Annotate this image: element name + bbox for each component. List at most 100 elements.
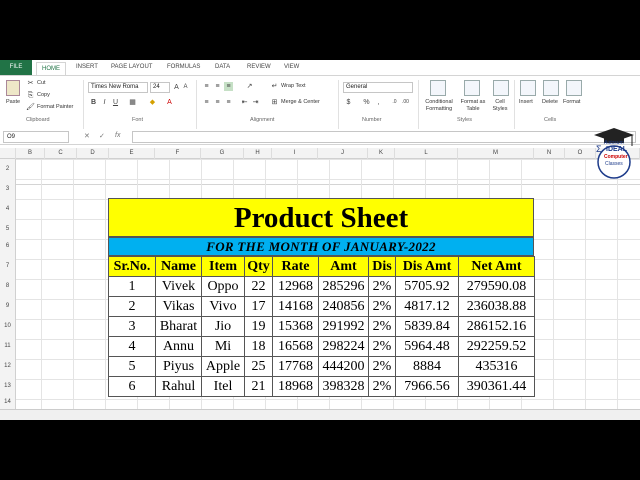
table-cell[interactable]: Jio xyxy=(201,316,245,337)
comma-button[interactable]: , xyxy=(374,98,383,107)
column-header[interactable]: F xyxy=(155,148,201,159)
table-cell[interactable]: 286152.16 xyxy=(458,316,535,337)
increase-indent-icon[interactable]: ⇥ xyxy=(251,98,260,107)
column-title[interactable]: Dis xyxy=(368,256,396,277)
tab-page-layout[interactable]: PAGE LAYOUT xyxy=(111,64,152,70)
table-cell[interactable]: 25 xyxy=(244,356,273,377)
name-box[interactable]: O9 xyxy=(3,131,69,143)
tab-formulas[interactable]: FORMULAS xyxy=(167,64,200,70)
table-cell[interactable]: 5 xyxy=(108,356,156,377)
row-header[interactable]: 7 xyxy=(0,256,16,276)
table-cell[interactable]: Itel xyxy=(201,376,245,397)
decrease-decimal-icon[interactable]: .00 xyxy=(401,98,410,107)
table-cell[interactable]: 5839.84 xyxy=(395,316,459,337)
table-cell[interactable]: 16568 xyxy=(272,336,319,357)
table-cell[interactable]: 1 xyxy=(108,276,156,297)
column-title[interactable]: Net Amt xyxy=(458,256,535,277)
row-header[interactable]: 9 xyxy=(0,296,16,316)
column-title[interactable]: Sr.No. xyxy=(108,256,156,277)
row-header[interactable]: 3 xyxy=(0,179,16,199)
table-cell[interactable]: 18968 xyxy=(272,376,319,397)
borders-icon[interactable]: ▦ xyxy=(128,98,137,107)
tab-file[interactable]: FILE xyxy=(0,60,32,75)
column-header[interactable]: M xyxy=(458,148,534,159)
column-header[interactable]: D xyxy=(77,148,109,159)
column-header[interactable]: C xyxy=(45,148,77,159)
table-cell[interactable]: 2% xyxy=(368,276,396,297)
format-cells-button[interactable]: Format xyxy=(563,99,580,105)
copy-button[interactable]: Copy xyxy=(37,92,50,98)
conditional-formatting-button[interactable]: Conditional Formatting xyxy=(420,99,458,113)
font-size-select[interactable]: 24 xyxy=(150,82,170,93)
orientation-icon[interactable]: ↗ xyxy=(245,82,254,91)
table-cell[interactable]: 14168 xyxy=(272,296,319,317)
table-cell[interactable]: 298224 xyxy=(318,336,369,357)
column-header[interactable]: J xyxy=(318,148,368,159)
table-cell[interactable]: Piyus xyxy=(155,356,202,377)
font-name-select[interactable]: Times New Roma xyxy=(88,82,148,93)
cancel-icon[interactable]: ✕ xyxy=(84,132,90,140)
insert-cells-button[interactable]: Insert xyxy=(519,99,533,105)
table-cell[interactable]: 2% xyxy=(368,316,396,337)
table-cell[interactable]: Vikas xyxy=(155,296,202,317)
paste-button[interactable]: Paste xyxy=(6,99,20,105)
table-cell[interactable]: 18 xyxy=(244,336,273,357)
align-top-icon[interactable]: ≡ xyxy=(202,82,211,91)
align-middle-icon[interactable]: ≡ xyxy=(213,82,222,91)
table-cell[interactable]: 19 xyxy=(244,316,273,337)
formula-input[interactable] xyxy=(132,131,636,143)
row-header[interactable]: 10 xyxy=(0,316,16,336)
table-cell[interactable]: 2% xyxy=(368,376,396,397)
row-header[interactable]: 4 xyxy=(0,199,16,219)
row-header[interactable]: 8 xyxy=(0,276,16,296)
format-painter-button[interactable]: Format Painter xyxy=(37,104,73,110)
row-header[interactable]: 11 xyxy=(0,336,16,356)
table-cell[interactable]: 12968 xyxy=(272,276,319,297)
underline-button[interactable]: U xyxy=(111,98,120,107)
column-header[interactable]: K xyxy=(368,148,395,159)
row-header[interactable]: 12 xyxy=(0,356,16,376)
table-cell[interactable]: Mi xyxy=(201,336,245,357)
table-cell[interactable]: 22 xyxy=(244,276,273,297)
table-cell[interactable]: 8884 xyxy=(395,356,459,377)
table-cell[interactable]: Apple xyxy=(201,356,245,377)
tab-review[interactable]: REVIEW xyxy=(247,64,271,70)
sheet-title[interactable]: Product Sheet xyxy=(108,198,534,237)
fill-color-icon[interactable]: ◆ xyxy=(148,98,157,107)
align-center-icon[interactable]: ≡ xyxy=(213,98,222,107)
column-header[interactable]: H xyxy=(244,148,272,159)
table-cell[interactable]: 240856 xyxy=(318,296,369,317)
table-cell[interactable]: 2% xyxy=(368,336,396,357)
number-format-select[interactable]: General xyxy=(343,82,413,93)
tab-insert[interactable]: INSERT xyxy=(76,64,98,70)
column-title[interactable]: Name xyxy=(155,256,202,277)
table-cell[interactable]: Oppo xyxy=(201,276,245,297)
tab-home[interactable]: HOME xyxy=(36,62,66,76)
increase-decimal-icon[interactable]: .0 xyxy=(390,98,399,107)
column-title[interactable]: Item xyxy=(201,256,245,277)
decrease-indent-icon[interactable]: ⇤ xyxy=(240,98,249,107)
table-cell[interactable]: 2% xyxy=(368,296,396,317)
tab-view[interactable]: VIEW xyxy=(284,64,299,70)
align-bottom-icon[interactable]: ≡ xyxy=(224,82,233,91)
column-title[interactable]: Dis Amt xyxy=(395,256,459,277)
align-left-icon[interactable]: ≡ xyxy=(202,98,211,107)
table-cell[interactable]: 7966.56 xyxy=(395,376,459,397)
column-header[interactable]: N xyxy=(534,148,565,159)
column-header[interactable]: L xyxy=(395,148,458,159)
row-header[interactable]: 13 xyxy=(0,376,16,396)
fx-button[interactable]: fx xyxy=(115,132,120,139)
table-cell[interactable]: 21 xyxy=(244,376,273,397)
table-cell[interactable]: 15368 xyxy=(272,316,319,337)
decrease-font-icon[interactable]: A xyxy=(181,83,190,92)
merge-center-button[interactable]: Merge & Center xyxy=(281,99,320,105)
delete-cells-button[interactable]: Delete xyxy=(542,99,558,105)
italic-button[interactable]: I xyxy=(100,98,109,107)
cut-button[interactable]: Cut xyxy=(37,80,46,86)
table-cell[interactable]: 292259.52 xyxy=(458,336,535,357)
column-header[interactable]: I xyxy=(272,148,318,159)
table-cell[interactable]: 279590.08 xyxy=(458,276,535,297)
column-title[interactable]: Amt xyxy=(318,256,369,277)
table-cell[interactable]: 5705.92 xyxy=(395,276,459,297)
font-color-icon[interactable]: A xyxy=(165,98,174,107)
